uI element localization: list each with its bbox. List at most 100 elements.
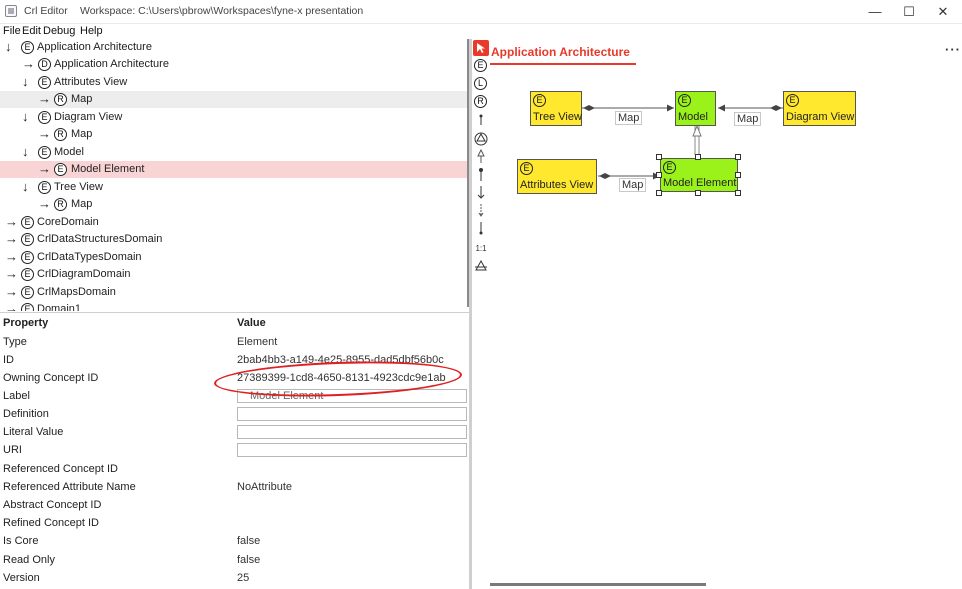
properties-panel: Property Value Type Element ID 2bab4bb3-… bbox=[0, 312, 470, 589]
element-pointer-tool[interactable] bbox=[473, 184, 489, 200]
expand-arrow-icon[interactable]: → bbox=[38, 196, 51, 212]
node-label: Model bbox=[678, 111, 708, 123]
tree-row[interactable]: → E CrlDataTypesDomain bbox=[0, 249, 467, 266]
refinement-link-tool[interactable] bbox=[473, 130, 489, 146]
tree-row[interactable]: → R Map bbox=[0, 91, 467, 108]
element-node-diagram-view[interactable]: E Diagram View bbox=[783, 91, 856, 126]
concept-tree: ↓ E Application Architecture → D Applica… bbox=[0, 39, 469, 311]
literal-pointer-tool[interactable] bbox=[473, 220, 489, 236]
abstraction-link-tool[interactable] bbox=[473, 148, 489, 164]
minimize-button[interactable]: — bbox=[858, 0, 892, 24]
reference-icon: R bbox=[54, 198, 67, 211]
close-button[interactable]: ✕ bbox=[926, 0, 960, 24]
more-options-icon[interactable]: ··· bbox=[945, 42, 961, 57]
reference-link-tool[interactable] bbox=[473, 112, 489, 128]
expand-arrow-icon[interactable]: → bbox=[5, 266, 18, 282]
diagram-canvas[interactable]: E Tree View E Model E Diagram View E Att… bbox=[490, 66, 960, 581]
expand-arrow-icon[interactable]: → bbox=[38, 161, 51, 177]
uri-field[interactable] bbox=[237, 443, 467, 457]
diagram-horizontal-scrollbar[interactable] bbox=[490, 583, 706, 586]
maximize-button[interactable]: ☐ bbox=[892, 0, 926, 24]
menu-help[interactable]: Help bbox=[80, 25, 103, 37]
expand-arrow-icon[interactable]: → bbox=[5, 214, 18, 230]
tree-row[interactable]: → R Map bbox=[0, 196, 467, 213]
resize-handle[interactable] bbox=[656, 190, 662, 196]
element-node-model[interactable]: E Model bbox=[675, 91, 716, 126]
tree-row[interactable]: → E Domain1 bbox=[0, 301, 467, 311]
expand-arrow-icon[interactable]: → bbox=[38, 91, 51, 107]
collapse-arrow-icon[interactable]: ↓ bbox=[22, 109, 29, 125]
one-to-one-tool[interactable]: 1:1 bbox=[473, 242, 489, 258]
element-node-tree-view[interactable]: E Tree View bbox=[530, 91, 582, 126]
property-value: false bbox=[237, 554, 261, 566]
resize-handle[interactable] bbox=[656, 154, 662, 160]
menu-edit[interactable]: Edit bbox=[22, 25, 41, 37]
reference-tool[interactable]: R bbox=[473, 94, 489, 110]
tree-row[interactable]: ↓ E Application Architecture bbox=[0, 39, 467, 56]
resize-handle[interactable] bbox=[656, 172, 662, 178]
tree-row[interactable]: → R Map bbox=[0, 126, 467, 143]
tree-row[interactable]: → D Application Architecture bbox=[0, 56, 467, 73]
node-label: Attributes View bbox=[520, 179, 594, 191]
owner-pointer-icon bbox=[479, 168, 483, 181]
tree-label: Application Architecture bbox=[54, 58, 169, 70]
collapse-arrow-icon[interactable]: ↓ bbox=[5, 39, 12, 55]
diagram-icon: D bbox=[38, 58, 51, 71]
expand-arrow-icon[interactable]: → bbox=[5, 284, 18, 300]
expand-arrow-icon[interactable]: → bbox=[5, 249, 18, 265]
expand-arrow-icon[interactable]: → bbox=[5, 301, 18, 311]
refinement-icon bbox=[474, 132, 488, 146]
attribute-pointer-tool[interactable] bbox=[473, 202, 489, 218]
link-label[interactable]: Map bbox=[734, 112, 762, 126]
element-node-model-element[interactable]: E Model Element bbox=[660, 158, 738, 192]
definition-field[interactable] bbox=[237, 407, 467, 421]
element-icon: E bbox=[54, 163, 67, 176]
resize-handle[interactable] bbox=[735, 172, 741, 178]
link-label[interactable]: Map bbox=[615, 111, 643, 125]
collapse-arrow-icon[interactable]: ↓ bbox=[22, 74, 29, 90]
link-label[interactable]: Map bbox=[619, 178, 647, 192]
literal-value-field[interactable] bbox=[237, 425, 467, 439]
tree-row-selected[interactable]: → E Model Element bbox=[0, 161, 467, 178]
attribute-pointer-icon bbox=[478, 204, 484, 217]
element-icon: E bbox=[38, 146, 51, 159]
resize-handle[interactable] bbox=[695, 190, 701, 196]
resize-handle[interactable] bbox=[735, 190, 741, 196]
owner-link-tool[interactable] bbox=[473, 166, 489, 182]
expand-arrow-icon[interactable]: → bbox=[5, 231, 18, 247]
node-label: Model Element bbox=[663, 177, 737, 189]
tree-label: Application Architecture bbox=[37, 41, 152, 53]
property-row: Referenced Attribute Name NoAttribute bbox=[0, 479, 470, 497]
collapse-arrow-icon[interactable]: ↓ bbox=[22, 179, 29, 195]
tree-row[interactable]: ↓ E Attributes View bbox=[0, 74, 467, 91]
element-node-attributes-view[interactable]: E Attributes View bbox=[517, 159, 597, 194]
diagram-tab[interactable]: Application Architecture bbox=[491, 45, 630, 59]
triangle-tool[interactable] bbox=[473, 258, 489, 274]
tree-row[interactable]: → E CrlMapsDomain bbox=[0, 284, 467, 301]
property-row: Abstract Concept ID bbox=[0, 497, 470, 515]
expand-arrow-icon[interactable]: → bbox=[38, 126, 51, 142]
expand-arrow-icon[interactable]: → bbox=[22, 56, 35, 72]
pointer-tool-icon[interactable] bbox=[473, 40, 489, 56]
element-tool[interactable]: E bbox=[473, 58, 489, 74]
app-icon bbox=[5, 5, 17, 17]
resize-handle[interactable] bbox=[695, 154, 701, 160]
tree-row[interactable]: ↓ E Diagram View bbox=[0, 109, 467, 126]
tree-row[interactable]: → E CrlDiagramDomain bbox=[0, 266, 467, 283]
tree-row[interactable]: ↓ E Model bbox=[0, 144, 467, 161]
tree-label: CrlDataTypesDomain bbox=[37, 251, 142, 263]
literal-pointer-icon bbox=[479, 222, 483, 235]
tree-row[interactable]: → E CoreDomain bbox=[0, 214, 467, 231]
property-row: Type Element bbox=[0, 334, 470, 352]
collapse-arrow-icon[interactable]: ↓ bbox=[22, 144, 29, 160]
resize-handle[interactable] bbox=[735, 154, 741, 160]
property-value: false bbox=[237, 535, 261, 547]
literal-tool[interactable]: L bbox=[473, 76, 489, 92]
tree-row[interactable]: → E CrlDataStructuresDomain bbox=[0, 231, 467, 248]
tree-row[interactable]: ↓ E Tree View bbox=[0, 179, 467, 196]
app-title: Crl Editor bbox=[24, 5, 68, 17]
property-name: ID bbox=[3, 354, 14, 366]
tree-label: Model bbox=[54, 146, 84, 158]
menu-debug[interactable]: Debug bbox=[43, 25, 75, 37]
menu-file[interactable]: File bbox=[3, 25, 21, 37]
